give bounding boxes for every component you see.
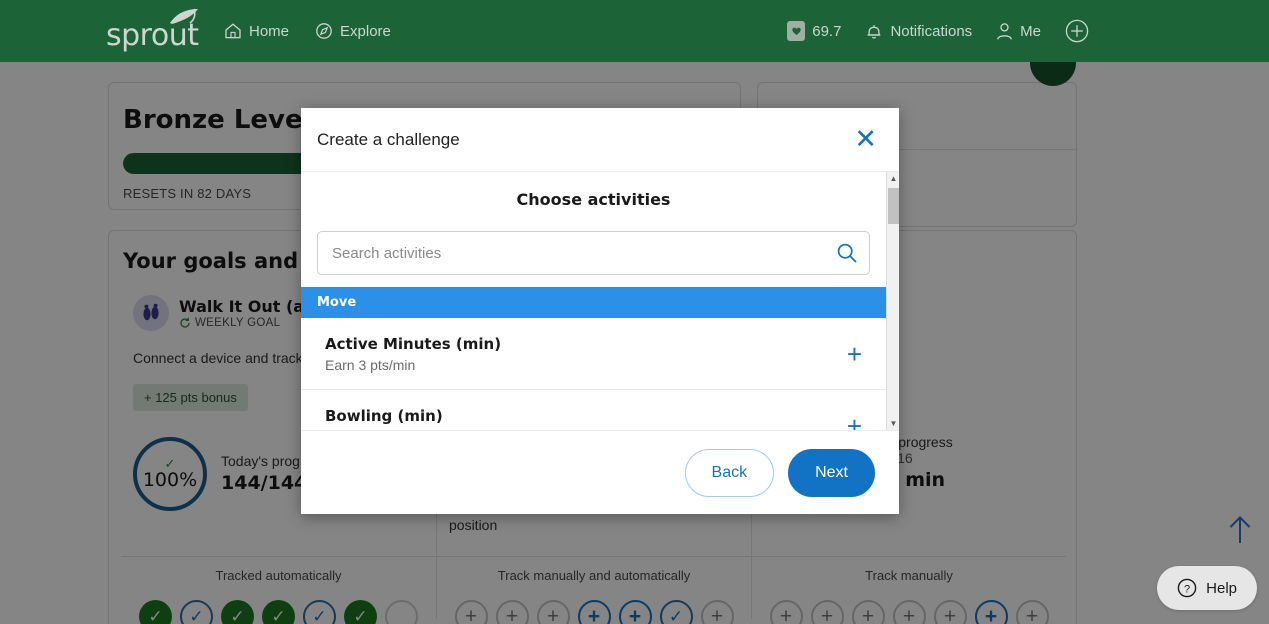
help-label: Help [1206,579,1237,597]
top-navbar: sprout Home Explore 69.7 Notifications M… [0,0,1269,62]
activity-points: Earn 3 pts/min [325,429,839,430]
bell-icon [868,24,881,39]
points-balance[interactable]: 69.7 [787,21,841,41]
modal-header: Create a challenge ✕ [301,108,899,171]
modal-scroll-inner: Choose activities Move Active Minutes (m… [301,172,886,430]
help-button[interactable]: ? Help [1157,566,1257,610]
brand-logo[interactable]: sprout [106,8,199,51]
nav-add-button[interactable] [1065,19,1089,43]
heart-badge-icon [787,21,806,41]
sprout-leaf-icon [170,8,198,24]
activity-text: Active Minutes (min) Earn 3 pts/min [325,335,839,373]
add-activity-icon[interactable]: + [839,413,870,430]
activity-name: Bowling (min) [325,407,443,425]
modal-footer: Back Next [301,430,899,514]
nav-me[interactable]: Me [996,22,1041,41]
activity-text: Bowling (min) Earn 3 pts/min [325,407,839,430]
activity-group-header-move: Move [301,287,886,318]
scrollbar-thumb[interactable] [888,188,899,224]
nav-home[interactable]: Home [224,22,289,40]
points-value: 69.7 [812,22,842,40]
choose-activities-heading: Choose activities [516,190,671,209]
svg-text:?: ? [1184,583,1190,595]
activity-points: Earn 3 pts/min [325,357,416,373]
question-circle-icon: ? [1177,578,1197,598]
search-icon[interactable] [836,242,858,264]
user-icon [997,22,1013,40]
activity-row[interactable]: Bowling (min) Earn 3 pts/min + [301,390,886,430]
modal-title: Create a challenge [317,129,460,149]
home-icon [225,23,241,39]
back-button[interactable]: Back [684,448,775,497]
create-challenge-modal: Create a challenge ✕ Choose activities M… [301,108,899,514]
add-activity-icon[interactable]: + [839,341,870,367]
compass-icon [316,23,332,39]
scroll-up-arrow-icon[interactable]: ▲ [887,172,899,185]
nav-explore[interactable]: Explore [315,22,391,40]
scroll-to-top-button[interactable] [1223,513,1257,552]
nav-home-label: Home [249,22,290,40]
nav-notifications-label: Notifications [890,22,973,40]
modal-scrollbar[interactable]: ▲ ▼ [886,172,899,430]
arrow-up-icon [1229,515,1251,543]
next-button[interactable]: Next [788,448,875,497]
nav-explore-label: Explore [340,22,391,40]
close-icon[interactable]: ✕ [850,124,881,155]
scroll-down-arrow-icon[interactable]: ▼ [887,417,899,430]
modal-scroll-region: Choose activities Move Active Minutes (m… [301,171,899,430]
nav-me-label: Me [1020,22,1041,40]
app-root: Bronze Level RESETS IN 82 DAYS oard Your… [0,0,1269,624]
plus-circle-icon [1065,19,1089,43]
search-input[interactable] [317,231,870,275]
activity-name: Active Minutes (min) [325,335,502,353]
activity-row[interactable]: Active Minutes (min) Earn 3 pts/min + [301,318,886,390]
nav-right-group: 69.7 Notifications Me [763,19,1089,43]
nav-notifications[interactable]: Notifications [865,22,972,41]
search-activities-wrapper [317,231,870,275]
